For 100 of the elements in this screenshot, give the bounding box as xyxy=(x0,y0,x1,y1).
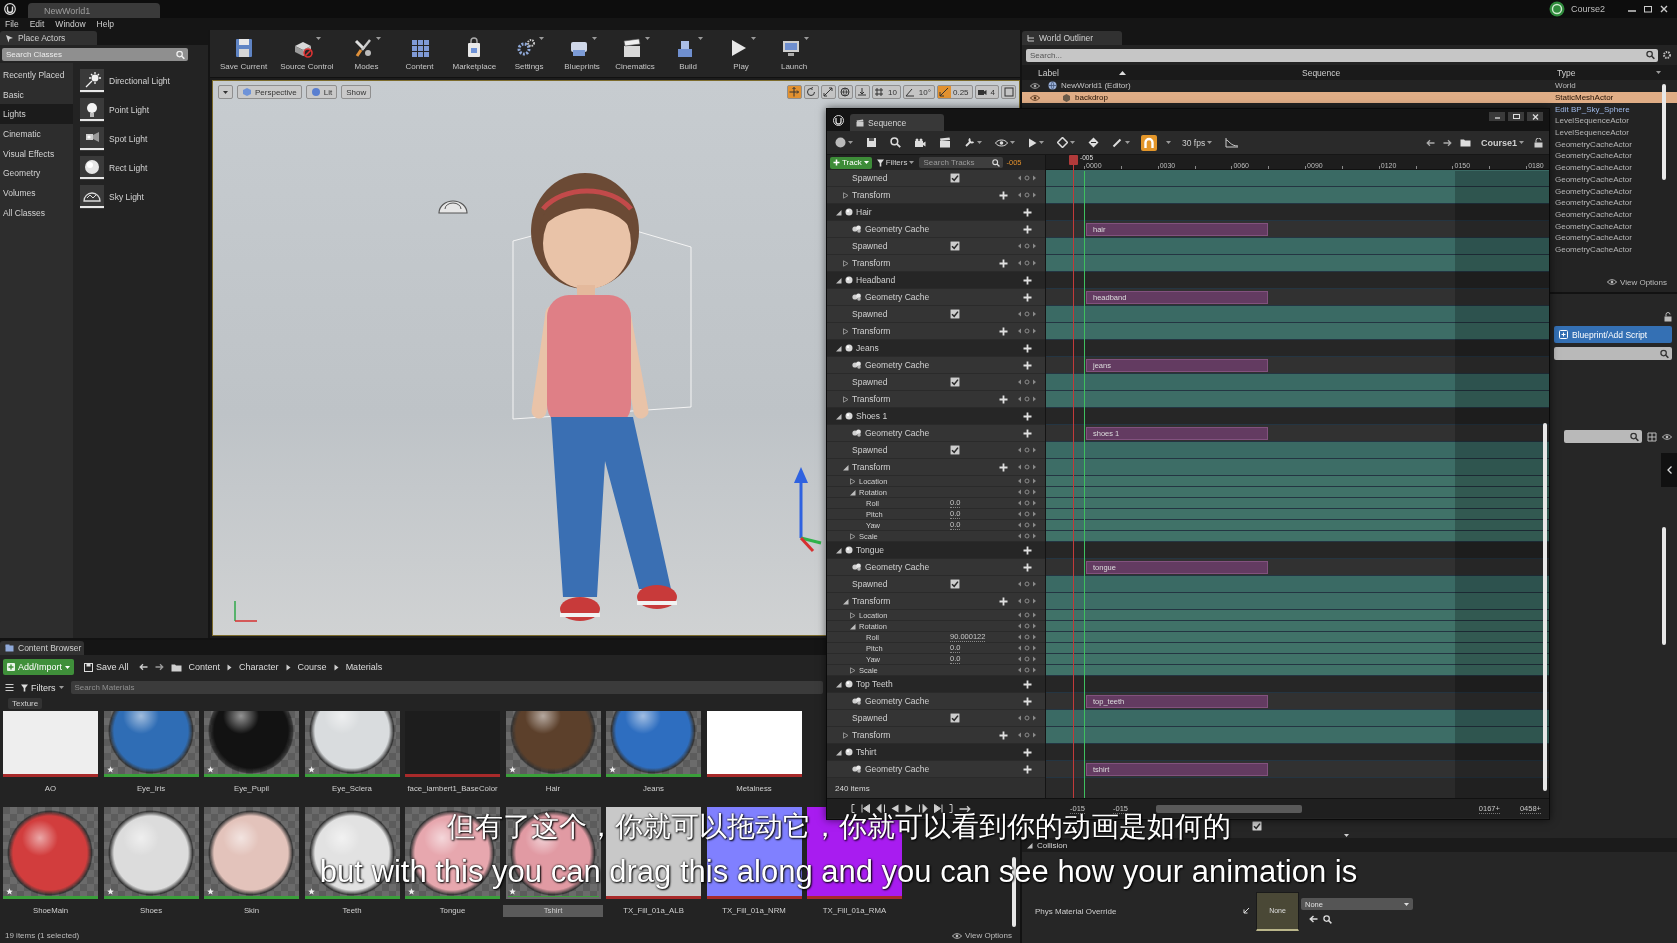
menu-item[interactable]: Window xyxy=(55,19,86,29)
track-label[interactable]: Top Teeth xyxy=(856,679,893,689)
material-thumbnail[interactable] xyxy=(606,711,701,777)
triangle-down-icon[interactable] xyxy=(849,488,856,496)
add-track-button[interactable]: Track xyxy=(830,156,872,169)
search-field[interactable]: Search Materials xyxy=(70,681,823,694)
triangle-down-icon[interactable] xyxy=(835,208,842,216)
category-item[interactable]: Geometry xyxy=(0,163,73,184)
plus-icon[interactable] xyxy=(1022,562,1032,572)
category-item[interactable]: Visual Effects xyxy=(0,143,73,164)
triangle-down-icon[interactable] xyxy=(835,276,842,284)
snap-button[interactable]: 4 xyxy=(974,85,999,99)
key-navigation-icon[interactable] xyxy=(1017,623,1037,629)
playhead-handle[interactable] xyxy=(1069,155,1078,165)
view-mode-button[interactable]: Perspective xyxy=(237,85,302,99)
category-item[interactable]: Recently Placed xyxy=(0,65,73,85)
breadcrumb-link[interactable]: Content xyxy=(188,662,221,672)
track-label[interactable]: Spawned xyxy=(852,713,888,723)
track-label[interactable]: Headband xyxy=(856,275,896,285)
checkbox[interactable] xyxy=(950,579,960,589)
minimize-button[interactable] xyxy=(1489,112,1505,121)
triangle-right-icon[interactable] xyxy=(842,327,849,335)
key-navigation-icon[interactable] xyxy=(1017,732,1037,738)
actor-label[interactable]: Point Light xyxy=(109,104,150,115)
arrow-right-icon[interactable] xyxy=(154,663,164,671)
toolbar-button[interactable] xyxy=(1055,134,1077,151)
track-label[interactable]: Spawned xyxy=(852,579,888,589)
track-label[interactable]: Transform xyxy=(852,258,891,268)
plus-icon[interactable] xyxy=(1022,545,1032,555)
category-item[interactable]: Basic xyxy=(0,84,73,105)
key-navigation-icon[interactable] xyxy=(1017,533,1037,539)
plus-icon[interactable] xyxy=(1022,679,1032,689)
column-header[interactable]: Sequence xyxy=(1298,65,1553,80)
grid-icon[interactable] xyxy=(1647,431,1657,442)
checkbox[interactable] xyxy=(950,445,960,455)
snap-button[interactable]: 0.25 xyxy=(936,85,973,99)
snap-button[interactable]: 10° xyxy=(902,85,935,99)
arrow-left-icon[interactable] xyxy=(1426,138,1435,147)
track-label[interactable]: Jeans xyxy=(856,343,879,353)
level-tab[interactable]: NewWorld1 xyxy=(28,3,160,18)
category-item[interactable]: All Classes xyxy=(0,202,73,223)
checkbox[interactable] xyxy=(950,713,960,723)
category-item[interactable]: Volumes xyxy=(0,183,73,203)
plus-icon[interactable] xyxy=(1022,764,1032,774)
search-field[interactable] xyxy=(1564,430,1642,443)
track-label[interactable]: Spawned xyxy=(852,173,888,183)
triangle-right-icon[interactable] xyxy=(842,731,849,739)
key-navigation-icon[interactable] xyxy=(1017,396,1037,402)
actor-label[interactable]: Directional Light xyxy=(109,75,170,86)
snap-toggle[interactable] xyxy=(903,86,917,98)
plus-icon[interactable] xyxy=(998,190,1008,200)
toolbar-button[interactable]: Modes xyxy=(344,34,389,73)
track-label[interactable]: Spawned xyxy=(852,241,888,251)
toolbar-button[interactable]: Blueprints xyxy=(560,34,605,73)
checkbox[interactable] xyxy=(950,377,960,387)
filters-button[interactable]: Filters xyxy=(874,156,917,169)
toolbar-button[interactable]: Source Control xyxy=(278,34,336,73)
panel-tab[interactable]: World Outliner xyxy=(1022,31,1122,45)
snap-toggle[interactable] xyxy=(937,86,951,98)
search-field[interactable]: Search... xyxy=(1026,48,1658,62)
track-label[interactable]: Geometry Cache xyxy=(865,292,930,302)
snap-toggle[interactable] xyxy=(872,86,886,98)
checkbox[interactable] xyxy=(950,173,960,183)
plus-icon[interactable] xyxy=(1022,360,1032,370)
sequence-picker-button[interactable]: Course1 xyxy=(1479,134,1526,151)
key-navigation-icon[interactable] xyxy=(1017,522,1037,528)
menu-item[interactable]: Edit xyxy=(29,19,45,29)
plus-icon[interactable] xyxy=(998,394,1008,404)
track-label[interactable]: Transform xyxy=(852,730,891,740)
key-navigation-icon[interactable] xyxy=(1017,612,1037,618)
triangle-right-icon[interactable] xyxy=(849,532,856,540)
track-label[interactable]: Spawned xyxy=(852,309,888,319)
checkbox[interactable] xyxy=(950,241,960,251)
track-label[interactable]: Transform xyxy=(852,326,891,336)
key-navigation-icon[interactable] xyxy=(1017,500,1037,506)
eye-icon[interactable] xyxy=(1662,433,1672,440)
track-label[interactable]: Spawned xyxy=(852,377,888,387)
key-navigation-icon[interactable] xyxy=(1017,634,1037,640)
toolbar-button[interactable]: Build xyxy=(666,34,711,73)
plus-icon[interactable] xyxy=(998,596,1008,606)
key-navigation-icon[interactable] xyxy=(1017,311,1037,317)
texture-thumbnail[interactable] xyxy=(405,711,500,777)
plus-icon[interactable] xyxy=(1022,224,1032,234)
plus-icon[interactable] xyxy=(998,258,1008,268)
skip-forward-icon[interactable] xyxy=(934,804,943,813)
frame-rate-button[interactable]: 30 fps xyxy=(1180,134,1215,151)
eye-icon[interactable] xyxy=(1030,82,1040,89)
category-item[interactable]: Cinematic xyxy=(0,124,73,144)
key-navigation-icon[interactable] xyxy=(1017,581,1037,587)
search-field[interactable] xyxy=(1554,347,1672,360)
menu-item[interactable]: Help xyxy=(96,19,115,29)
maximize-button[interactable] xyxy=(1508,112,1524,121)
track-label[interactable]: Transform xyxy=(852,394,891,404)
breadcrumb-link[interactable]: Materials xyxy=(345,662,383,672)
panel-tab[interactable]: Place Actors xyxy=(0,31,97,45)
key-navigation-icon[interactable] xyxy=(1017,645,1037,651)
key-navigation-icon[interactable] xyxy=(1017,598,1037,604)
toolbar-button[interactable]: Content xyxy=(397,34,442,73)
key-navigation-icon[interactable] xyxy=(1017,328,1037,334)
key-navigation-icon[interactable] xyxy=(1017,379,1037,385)
